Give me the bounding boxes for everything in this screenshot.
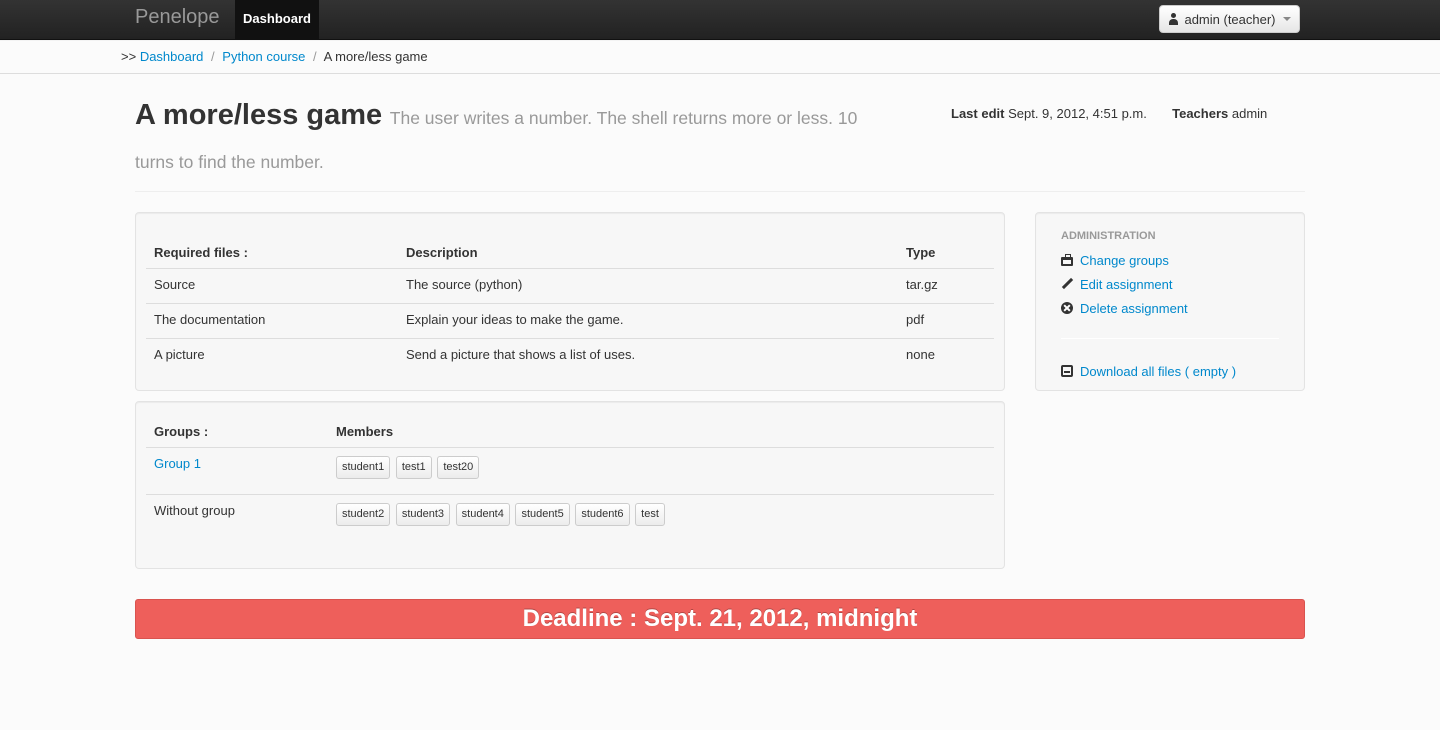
breadcrumb: >> Dashboard / Python course / A more/le…	[0, 40, 1440, 74]
column-header-description: Description	[406, 244, 478, 260]
member-badge: test	[635, 502, 665, 526]
delete-assignment-label: Delete assignment	[1080, 300, 1188, 316]
user-icon	[1168, 13, 1179, 25]
file-description: The source (python)	[398, 267, 898, 303]
assignment-meta: Last edit Sept. 9, 2012, 4:51 p.m. Teach…	[951, 106, 1267, 121]
download-all-files-link[interactable]: Download all files ( empty )	[1061, 359, 1279, 383]
member-badge: student4	[455, 502, 510, 526]
edit-assignment-link[interactable]: Edit assignment	[1061, 272, 1279, 296]
breadcrumb-link-python-course[interactable]: Python course	[222, 49, 305, 64]
brand-logo[interactable]: Penelope	[135, 6, 220, 29]
group-link[interactable]: Group 1	[154, 456, 201, 471]
member-badge: student1	[336, 455, 391, 479]
member-badge: student6	[575, 502, 630, 526]
user-menu-button[interactable]: admin (teacher)	[1159, 5, 1300, 33]
administration-panel: ADMINISTRATION Change groups Edit assign…	[1035, 212, 1305, 391]
table-row: Source The source (python) tar.gz	[146, 267, 994, 303]
groups-table: Groups : Members Group 1 student1 test1 …	[146, 413, 994, 541]
header-divider	[135, 191, 1305, 192]
group-name: Without group	[146, 493, 328, 541]
nav-item-dashboard[interactable]: Dashboard	[235, 0, 319, 40]
user-menu-label: admin (teacher)	[1184, 11, 1276, 27]
member-badge: test1	[395, 455, 432, 479]
column-header-type: Type	[906, 244, 936, 260]
table-row: The documentation Explain your ideas to …	[146, 302, 994, 338]
required-files-panel: Required files : Description Type Source…	[135, 212, 1005, 391]
member-badge: test20	[437, 455, 480, 479]
caret-down-icon	[1282, 17, 1291, 21]
file-name: Source	[146, 267, 398, 303]
admin-divider	[1061, 338, 1279, 339]
file-description: Send a picture that shows a list of uses…	[398, 337, 898, 373]
breadcrumb-separator: /	[313, 49, 317, 64]
edit-assignment-label: Edit assignment	[1080, 276, 1173, 292]
member-badge: student2	[336, 502, 391, 526]
breadcrumb-separator: /	[211, 49, 215, 64]
teachers-value: admin	[1231, 106, 1268, 121]
inbox-icon	[1061, 365, 1073, 377]
download-all-files-label: Download all files ( empty )	[1080, 363, 1237, 379]
pencil-icon	[1061, 278, 1073, 290]
file-description: Explain your ideas to make the game.	[398, 302, 898, 338]
file-type: tar.gz	[898, 267, 994, 303]
table-row: Group 1 student1 test1 test20	[146, 446, 994, 494]
member-badge: student5	[515, 502, 570, 526]
briefcase-icon	[1061, 253, 1073, 266]
file-type: pdf	[898, 302, 994, 338]
table-row: A picture Send a picture that shows a li…	[146, 337, 994, 373]
member-badge: student3	[395, 502, 451, 526]
required-files-table: Required files : Description Type Source…	[146, 224, 994, 373]
breadcrumb-current: A more/less game	[323, 49, 428, 64]
change-groups-link[interactable]: Change groups	[1061, 248, 1279, 272]
file-name: The documentation	[146, 302, 398, 338]
breadcrumb-link-dashboard[interactable]: Dashboard	[140, 49, 204, 64]
members-cell: student1 test1 test20	[328, 446, 994, 494]
administration-header: ADMINISTRATION	[1061, 230, 1156, 242]
change-groups-label: Change groups	[1080, 252, 1169, 268]
breadcrumb-prefix: >>	[121, 49, 137, 64]
teachers-label: Teachers	[1172, 106, 1229, 121]
delete-assignment-link[interactable]: Delete assignment	[1061, 296, 1279, 320]
column-header-members: Members	[336, 423, 394, 439]
members-cell: student2 student3 student4 student5 stud…	[328, 493, 994, 541]
remove-circle-icon	[1061, 302, 1073, 314]
file-type: none	[898, 337, 994, 373]
groups-panel: Groups : Members Group 1 student1 test1 …	[135, 401, 1005, 569]
last-edit-value: Sept. 9, 2012, 4:51 p.m.	[1008, 106, 1147, 121]
deadline-banner: Deadline : Sept. 21, 2012, midnight	[135, 599, 1305, 639]
top-navbar: Penelope Dashboard admin (teacher)	[0, 0, 1440, 40]
last-edit-label: Last edit	[951, 106, 1005, 121]
page-header: A more/less game The user writes a numbe…	[135, 94, 895, 185]
table-row: Without group student2 student3 student4…	[146, 493, 994, 541]
file-name: A picture	[146, 337, 398, 373]
column-header-groups: Groups :	[154, 423, 209, 439]
page-title: A more/less game	[135, 99, 383, 131]
column-header-required-files: Required files :	[154, 244, 248, 260]
